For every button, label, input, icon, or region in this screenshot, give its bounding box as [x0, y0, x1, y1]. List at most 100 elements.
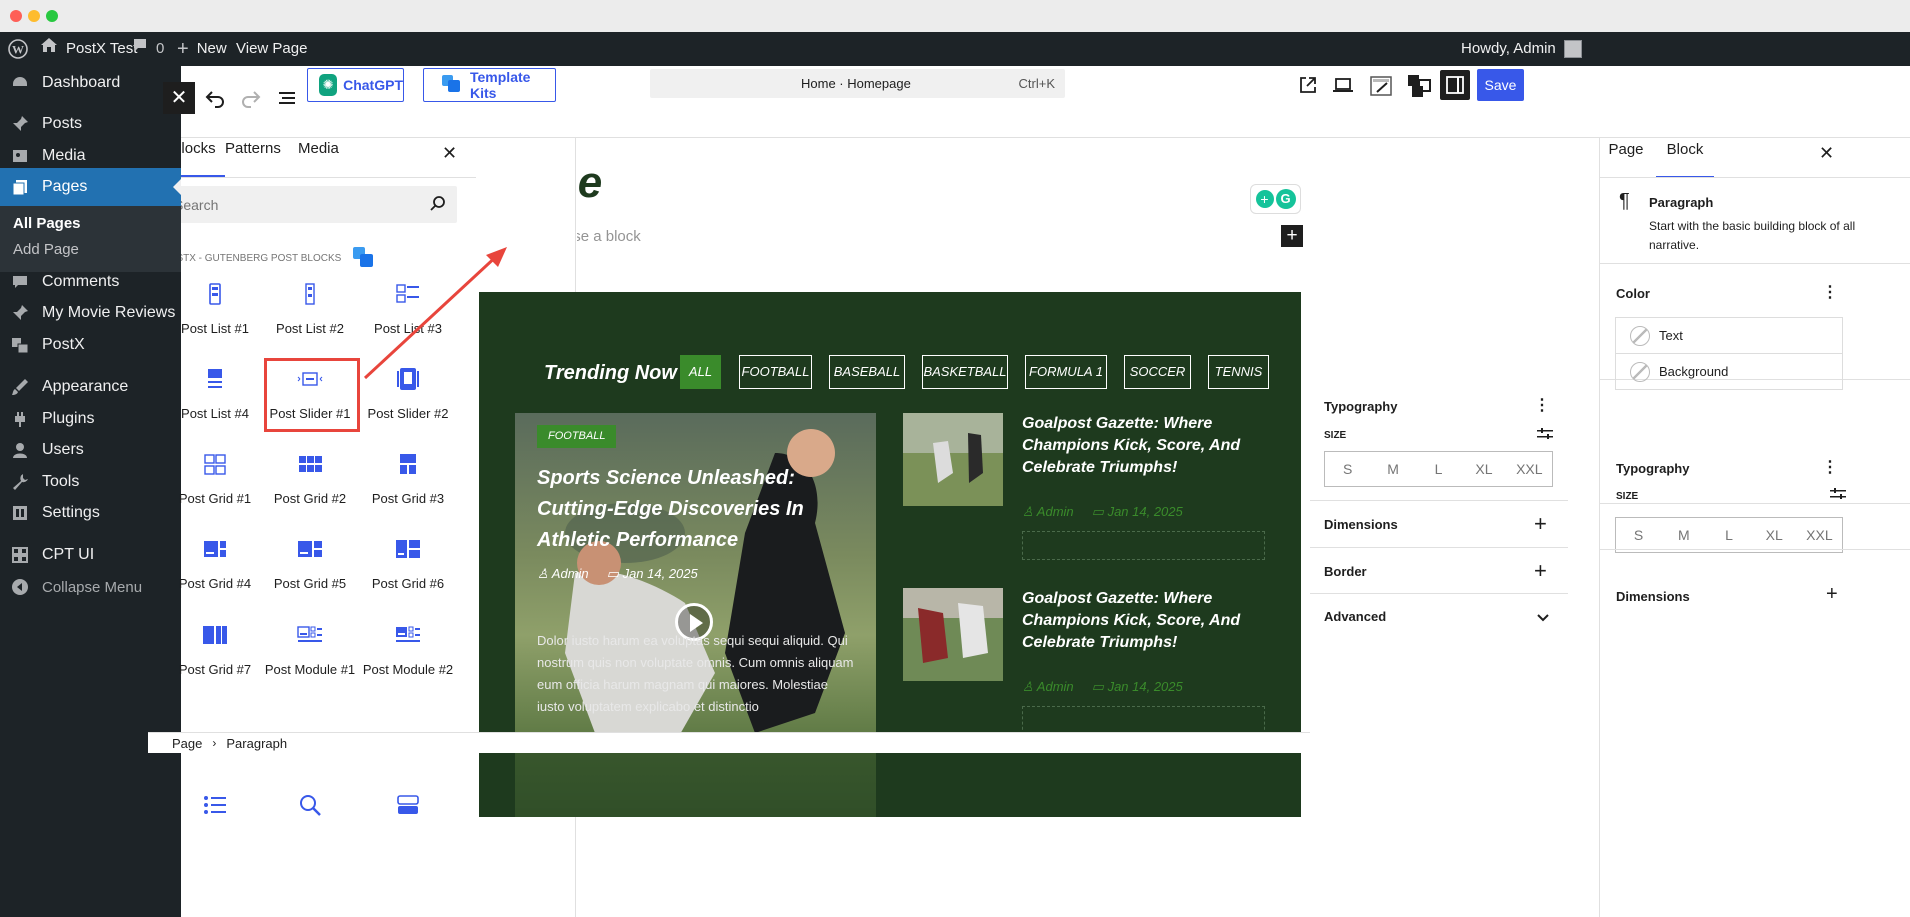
user-icon: ♙ — [537, 566, 552, 581]
typography-options-button[interactable]: ⋮ — [1822, 457, 1838, 477]
sidebar-item-dashboard[interactable]: Dashboard — [0, 64, 181, 102]
sidebar-item-label: Settings — [42, 504, 100, 521]
custom-size-button[interactable] — [1537, 427, 1553, 446]
block-item-post-module-2[interactable]: Post Module #2 — [348, 622, 468, 677]
font-size-s[interactable]: S — [1325, 461, 1370, 477]
view-page-external-button[interactable] — [1297, 74, 1321, 98]
sidebar-item-label: Comments — [42, 273, 120, 290]
site-name-link[interactable]: PostX Test — [40, 32, 137, 66]
tab-block[interactable]: Block — [1656, 122, 1714, 178]
user-icon — [10, 440, 30, 460]
editor-plugin-button[interactable] — [1369, 74, 1393, 98]
block-item-post-grid-3[interactable]: Post Grid #3 — [348, 451, 468, 506]
color-options-button[interactable]: ⋮ — [1822, 282, 1838, 302]
save-button[interactable]: Save — [1477, 69, 1524, 101]
dimensions-row[interactable]: Dimensions + — [1310, 501, 1568, 548]
filter-baseball[interactable]: BASEBALL — [829, 355, 905, 389]
close-window-button[interactable] — [10, 10, 22, 22]
edit-note-icon — [1370, 76, 1392, 96]
wrench-icon — [10, 472, 30, 492]
search-input[interactable] — [181, 186, 423, 223]
font-size-l[interactable]: L — [1416, 461, 1461, 477]
plug-icon — [10, 409, 30, 429]
side-post-thumbnail[interactable] — [903, 588, 1003, 681]
close-inserter-button[interactable]: ✕ — [442, 143, 457, 164]
read-more-placeholder[interactable] — [1022, 706, 1265, 735]
filter-soccer[interactable]: SOCCER — [1124, 355, 1191, 389]
plus-icon: + — [1534, 511, 1547, 536]
plus-icon: + — [1286, 225, 1298, 246]
block-item-partial[interactable] — [348, 792, 468, 832]
filter-formula-1[interactable]: FORMULA 1 — [1025, 355, 1107, 389]
block-breadcrumb: Page › Paragraph — [148, 732, 1310, 753]
side-post-2[interactable]: Goalpost Gazette: Where Champions Kick, … — [903, 588, 1283, 738]
redo-button[interactable] — [239, 86, 263, 110]
dimensions-panel[interactable]: Dimensions + — [1600, 504, 1910, 605]
preview-device-button[interactable] — [1332, 74, 1356, 98]
minimize-window-button[interactable] — [28, 10, 40, 22]
block-icon — [297, 536, 323, 562]
command-palette-button[interactable]: Home · Homepage Ctrl+K — [650, 69, 1065, 98]
new-content-link[interactable]: + New — [177, 32, 227, 66]
document-overview-button[interactable] — [275, 86, 299, 110]
breadcrumb-page[interactable]: Page — [172, 736, 202, 751]
typography-options-button[interactable]: ⋮ — [1534, 395, 1550, 415]
comments-link[interactable]: 0 — [132, 32, 164, 66]
side-post-thumbnail[interactable] — [903, 413, 1003, 506]
block-description: Start with the basic building block of a… — [1649, 219, 1856, 252]
settings-sidebar-toggle[interactable] — [1440, 70, 1470, 100]
post-category-badge[interactable]: FOOTBALL — [537, 425, 617, 448]
typography-panel-overlay: Typography ⋮ SIZE S M L XL XXL — [1310, 384, 1568, 501]
tab-patterns[interactable]: Patterns — [225, 138, 281, 177]
sidebar-item-postx[interactable]: PostX — [0, 326, 181, 364]
side-post-1[interactable]: Goalpost Gazette: Where Champions Kick, … — [903, 413, 1283, 563]
more-vertical-icon: ⋮ — [1534, 397, 1550, 414]
tab-blocks[interactable]: Blocks — [181, 138, 225, 177]
color-item-text[interactable]: Text — [1615, 317, 1843, 354]
sidebar-collapse-menu[interactable]: Collapse Menu — [0, 568, 181, 606]
grammarly-icon[interactable]: + G — [1250, 184, 1301, 214]
collapse-icon — [10, 577, 30, 597]
sidebar-item-settings[interactable]: Settings — [0, 494, 181, 532]
side-post-title[interactable]: Goalpost Gazette: Where Champions Kick, … — [1022, 588, 1272, 654]
inserter-x-button[interactable]: ✕ — [163, 82, 195, 114]
block-card: ¶ Paragraph Start with the basic buildin… — [1600, 177, 1910, 264]
breadcrumb-paragraph[interactable]: Paragraph — [226, 736, 287, 751]
sidebar-item-pages[interactable]: Pages — [0, 168, 181, 206]
wordpress-logo-icon[interactable]: W — [8, 32, 28, 66]
main-post-excerpt: Dolor iusto harum ea voluptas sequi sequ… — [537, 633, 854, 714]
close-settings-button[interactable]: ✕ — [1819, 143, 1834, 164]
filter-all[interactable]: ALL — [680, 355, 721, 389]
view-page-link[interactable]: View Page — [236, 32, 307, 66]
page-title[interactable]: Home — [577, 158, 602, 208]
highlight-box — [264, 358, 360, 432]
font-size-xxl[interactable]: XXL — [1507, 461, 1552, 477]
block-item-post-grid-6[interactable]: Post Grid #6 — [348, 536, 468, 591]
filter-basketball[interactable]: BASKETBALL — [922, 355, 1008, 389]
filter-tennis[interactable]: TENNIS — [1208, 355, 1269, 389]
undo-button[interactable] — [203, 86, 227, 110]
main-post-card[interactable]: FOOTBALL Sports Science Unleashed: Cutti… — [515, 413, 876, 817]
filter-football[interactable]: FOOTBALL — [739, 355, 812, 389]
advanced-row[interactable]: Advanced — [1310, 594, 1568, 640]
submenu-add-page[interactable]: Add Page — [0, 235, 181, 265]
paragraph-placeholder[interactable]: Type / to choose a block — [577, 228, 641, 245]
tab-media[interactable]: Media — [298, 138, 339, 177]
add-block-button[interactable]: + — [1281, 225, 1303, 247]
tab-page[interactable]: Page — [1596, 122, 1656, 178]
template-kits-button[interactable]: Template Kits — [423, 68, 556, 102]
side-post-title[interactable]: Goalpost Gazette: Where Champions Kick, … — [1022, 413, 1272, 479]
border-row[interactable]: Border + — [1310, 548, 1568, 594]
zoom-window-button[interactable] — [46, 10, 58, 22]
read-more-placeholder[interactable] — [1022, 531, 1265, 560]
block-name: Paragraph — [1649, 195, 1714, 210]
font-size-m[interactable]: M — [1370, 461, 1415, 477]
main-post-title[interactable]: Sports Science Unleashed: Cutting-Edge D… — [537, 463, 827, 556]
font-size-xl[interactable]: XL — [1461, 461, 1506, 477]
block-search-input[interactable] — [181, 186, 457, 223]
howdy-account-menu[interactable]: Howdy, Admin — [1461, 32, 1582, 66]
empty-color-swatch-icon — [1630, 325, 1650, 346]
postx-toolbar-button[interactable] — [1406, 73, 1432, 99]
author-meta: ♙ Admin — [1022, 504, 1074, 520]
chatgpt-button[interactable]: ✺ ChatGPT — [307, 68, 404, 102]
